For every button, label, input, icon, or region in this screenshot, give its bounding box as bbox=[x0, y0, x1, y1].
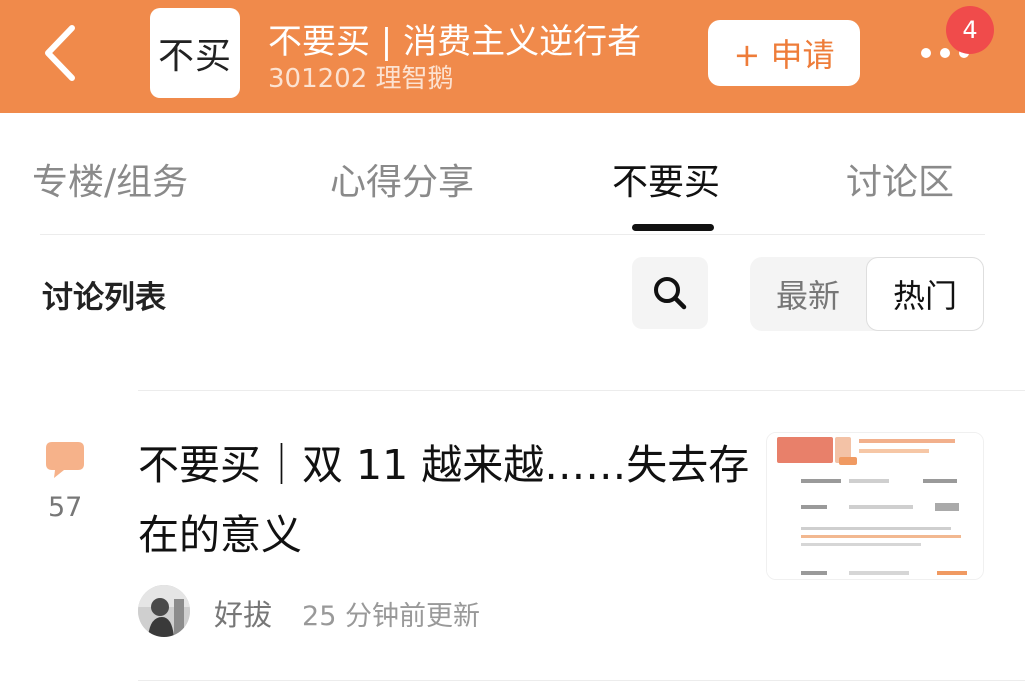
author-name[interactable]: 好拔 bbox=[214, 592, 272, 634]
search-button[interactable] bbox=[632, 257, 708, 329]
group-title: 不要买 | 消费主义逆行者 bbox=[268, 22, 642, 62]
more-dot-icon bbox=[940, 48, 950, 58]
divider bbox=[40, 234, 985, 235]
avatar-image bbox=[138, 585, 190, 637]
group-subtitle: 301202 理智鹅 bbox=[268, 64, 454, 94]
group-logo-text: 不买 bbox=[157, 36, 232, 77]
tab-dont-buy[interactable]: 不要买 bbox=[612, 153, 720, 205]
order-screenshot-image bbox=[767, 433, 983, 579]
tab-special-floor[interactable]: 专楼/组务 bbox=[32, 153, 188, 205]
notification-badge: 4 bbox=[946, 6, 994, 54]
discussion-list-title: 讨论列表 bbox=[42, 280, 166, 316]
divider bbox=[138, 390, 1025, 391]
post-thumbnail[interactable] bbox=[766, 432, 984, 580]
more-dot-icon bbox=[921, 48, 931, 58]
search-icon bbox=[654, 277, 687, 310]
divider bbox=[138, 680, 1025, 681]
comment-count: 57 bbox=[48, 492, 83, 523]
author-avatar[interactable] bbox=[138, 585, 190, 637]
group-logo[interactable]: 不买 bbox=[150, 8, 240, 98]
post-title[interactable]: 不要买｜双 11 越来越……失去存在的意义 bbox=[138, 430, 753, 570]
sort-toggle: 最新 热门 bbox=[750, 257, 984, 331]
group-header: 不买 不要买 | 消费主义逆行者 301202 理智鹅 + 申请 4 bbox=[0, 0, 1025, 113]
tab-experience-sharing[interactable]: 心得分享 bbox=[330, 153, 474, 205]
tab-discussion[interactable]: 讨论区 bbox=[846, 153, 954, 205]
tab-bar: 专楼/组务 心得分享 不要买 讨论区 bbox=[0, 113, 1025, 235]
back-button[interactable] bbox=[36, 22, 86, 84]
active-tab-indicator bbox=[632, 224, 714, 231]
chevron-left-icon bbox=[45, 25, 75, 81]
sort-latest-button[interactable]: 最新 bbox=[750, 257, 866, 331]
sort-hot-button[interactable]: 热门 bbox=[866, 257, 984, 331]
apply-button[interactable]: + 申请 bbox=[708, 20, 860, 86]
comment-bubble-icon bbox=[46, 442, 84, 478]
update-time: 25 分钟前更新 bbox=[302, 601, 480, 632]
